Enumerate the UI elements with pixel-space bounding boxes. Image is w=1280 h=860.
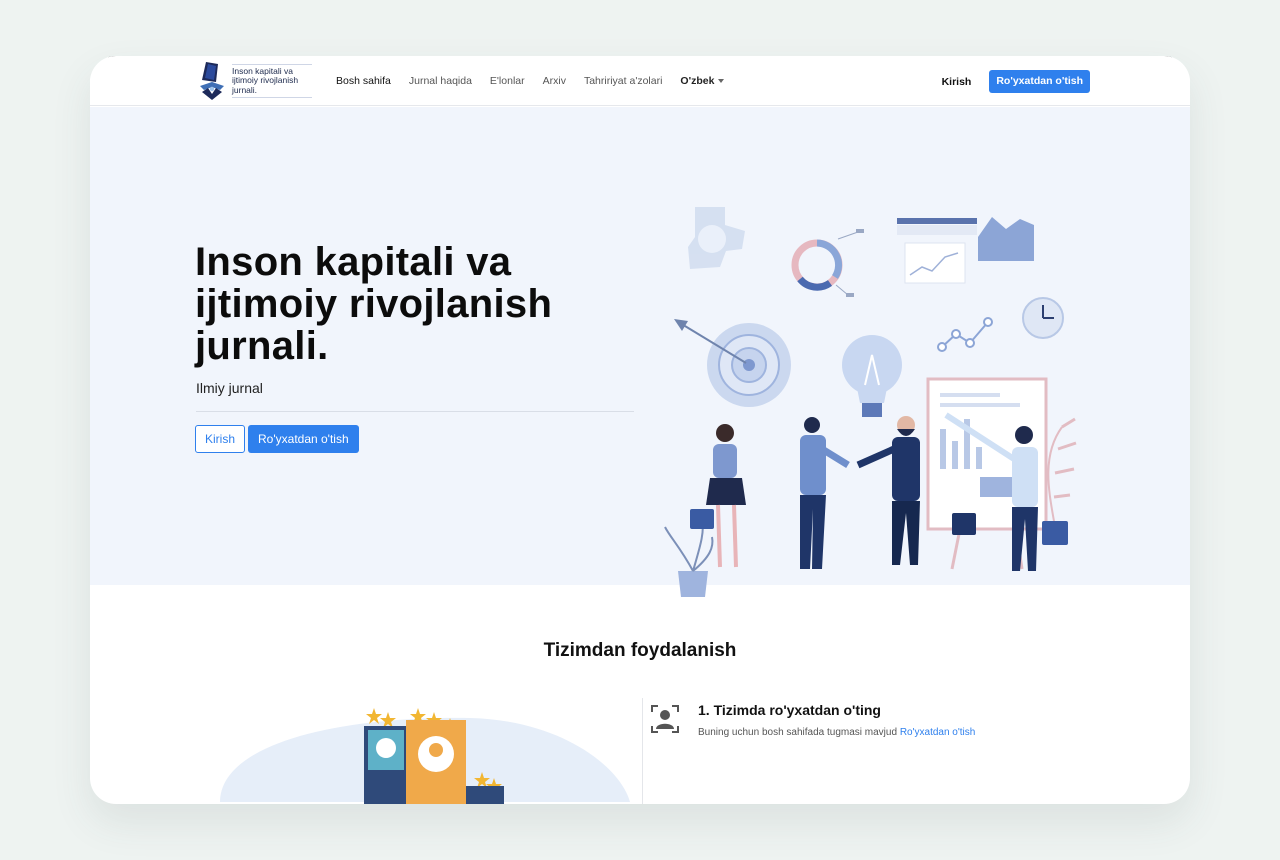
profile-cards-illustration <box>220 708 630 804</box>
step-1-text: Buning uchun bosh sahifada tugmasi mavju… <box>698 727 898 738</box>
user-frame-icon <box>651 705 679 733</box>
donut-chart-icon <box>791 229 864 297</box>
step-1-register-link[interactable]: Ro'yxatdan o'tish <box>900 727 976 738</box>
language-dropdown[interactable]: O'zbek <box>680 75 725 87</box>
business-team-illustration <box>664 207 1077 597</box>
hero-subtitle: Ilmiy jurnal <box>196 380 263 396</box>
nav-item-home[interactable]: Bosh sahifa <box>336 75 391 87</box>
gear-icon <box>688 207 745 269</box>
step-1-description: Buning uchun bosh sahifada tugmasi mavju… <box>698 727 975 738</box>
hero-login-button[interactable]: Kirish <box>195 425 246 453</box>
section-title: Tizimdan foydalanish <box>543 640 737 661</box>
navbar: Inson kapitali va ijtimoiy rivojlanish j… <box>90 56 1190 106</box>
lightbulb-icon <box>842 335 902 417</box>
nav-item-announcements[interactable]: E'lonlar <box>490 75 525 87</box>
hero-title: Inson kapitali va ijtimoiy rivojlanish j… <box>195 240 553 368</box>
hero-buttons: Kirish Ro'yxatdan o'tish <box>195 425 359 453</box>
section-divider <box>642 698 643 804</box>
dashboard-chart-icon <box>897 217 1034 284</box>
browser-frame: Inson kapitali va ijtimoiy rivojlanish j… <box>90 56 1190 804</box>
register-button[interactable]: Ro'yxatdan o'tish <box>989 70 1090 93</box>
nav-item-about[interactable]: Jurnal haqida <box>409 75 472 87</box>
network-icon <box>937 317 993 352</box>
hero-register-button[interactable]: Ro'yxatdan o'tish <box>248 425 359 453</box>
language-label: O'zbek <box>680 75 715 87</box>
nav-auth: Kirish Ro'yxatdan o'tish <box>942 70 1090 93</box>
target-icon <box>674 319 791 407</box>
clock-icon <box>1022 297 1064 339</box>
nav-item-editorial-board[interactable]: Tahririyat a'zolari <box>584 75 662 87</box>
step-1-title: 1. Tizimda ro'yxatdan o'ting <box>698 702 881 718</box>
logo[interactable]: Inson kapitali va ijtimoiy rivojlanish j… <box>196 60 312 102</box>
hero-section: Inson kapitali va ijtimoiy rivojlanish j… <box>90 107 1190 597</box>
logo-text: Inson kapitali va ijtimoiy rivojlanish j… <box>232 63 312 99</box>
chevron-down-icon <box>718 79 725 83</box>
journal-logo-icon <box>200 62 224 100</box>
nav-item-archive[interactable]: Arxiv <box>543 75 566 87</box>
main-nav: Bosh sahifa Jurnal haqida E'lonlar Arxiv… <box>336 56 725 106</box>
login-link[interactable]: Kirish <box>942 76 972 88</box>
hero-divider <box>196 411 634 412</box>
